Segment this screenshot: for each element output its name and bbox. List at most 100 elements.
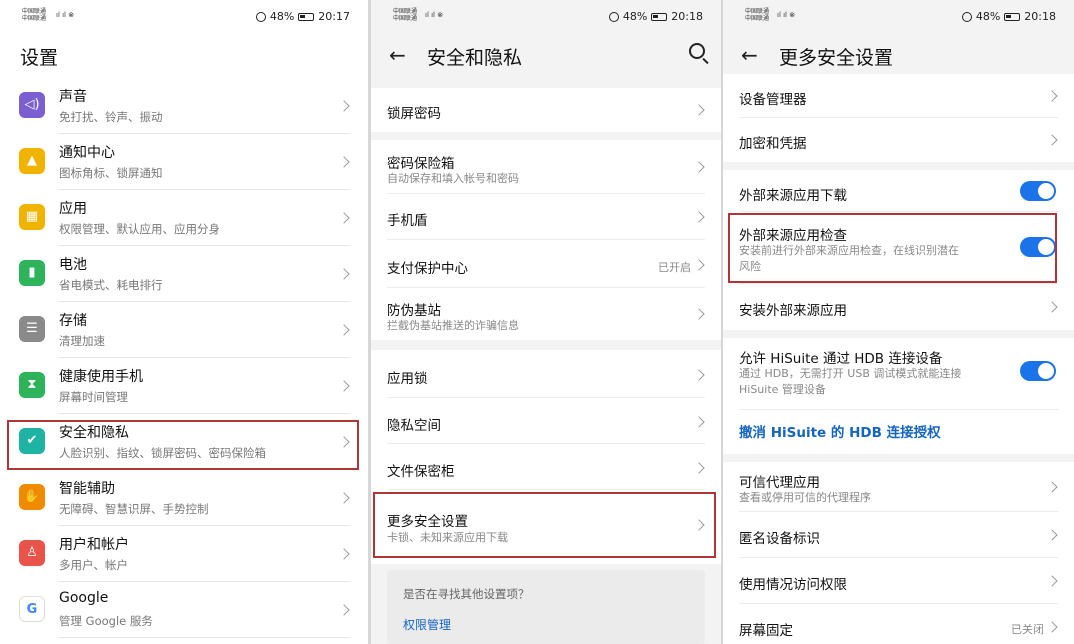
chevron-right-icon [1046, 621, 1058, 633]
row-title: 外部来源应用下载 [739, 188, 847, 204]
settings-item-subtitle: 无障碍、智慧识屏、手势控制 [59, 502, 209, 516]
hisuite-group: 允许 HiSuite 通过 HDB 连接设备 通过 HDB，无需打开 USB 调… [723, 338, 1074, 454]
battery-percent: 48% [975, 10, 1001, 23]
private-space-row[interactable]: 隐私空间 [371, 398, 721, 444]
fake-base-station-row[interactable]: 防伪基站 拦截伪基站推送的诈骗信息 [371, 288, 721, 340]
chevron-right-icon [1046, 134, 1058, 146]
more-security-settings-row[interactable]: 更多安全设置 卡锁、未知来源应用下载 [371, 490, 721, 564]
battery-icon [1004, 12, 1021, 21]
user-icon: ♙ [19, 540, 45, 566]
row-title: 屏幕固定 [739, 623, 793, 639]
status-bar: 中国联通 中国联通 ıl ıl ⊗ 48% 20:18 [371, 0, 721, 34]
row-title: 隐私空间 [387, 418, 441, 434]
chevron-right-icon [693, 259, 705, 271]
external-check-toggle[interactable] [1020, 237, 1056, 257]
trusted-agents-row[interactable]: 可信代理应用 查看或停用可信的代理程序 [723, 462, 1074, 512]
usage-access-row[interactable]: 使用情况访问权限 [723, 558, 1074, 604]
settings-item-subtitle: 省电模式、耗电排行 [59, 278, 163, 292]
alarm-icon [608, 11, 619, 22]
row-title: 匿名设备标识 [739, 531, 820, 547]
google-icon: G [19, 596, 45, 622]
row-title: 安装外部来源应用 [739, 303, 847, 319]
settings-item-subtitle: 管理 Google 服务 [59, 614, 153, 628]
password-vault-row[interactable]: 密码保险箱 自动保存和填入帐号和密码 [371, 140, 721, 194]
settings-item[interactable]: ▲ 通知中心 图标角标、锁屏通知 [0, 134, 368, 190]
battery-icon: ▮ [19, 260, 45, 286]
settings-item-title: 电池 [59, 257, 87, 273]
settings-item[interactable]: ▦ 应用 权限管理、默认应用、应用分身 [0, 190, 368, 246]
back-arrow-icon[interactable]: ← [389, 43, 406, 67]
apps-grid-icon: ▦ [19, 204, 45, 230]
settings-item[interactable]: ▮ 电池省电模式、耗电排行 [0, 246, 368, 302]
file-safe-row[interactable]: 文件保密柜 [371, 444, 721, 490]
app-lock-row[interactable]: 应用锁 [371, 350, 721, 398]
settings-item[interactable]: ☰ 存储 清理加速 [0, 302, 368, 358]
chevron-right-icon [693, 462, 705, 474]
hisuite-hdb-toggle[interactable] [1020, 361, 1056, 381]
search-icon[interactable] [689, 43, 705, 59]
signal-icon: ıl ıl ⊗ [425, 11, 444, 19]
encryption-credentials-row[interactable]: 加密和凭据 [723, 118, 1074, 162]
chevron-right-icon [338, 212, 350, 224]
settings-item-title: Google [59, 590, 109, 606]
security-group-2: 应用锁 隐私空间 文件保密柜 更多安全设置 卡锁、未知来源应用下载 [371, 350, 721, 564]
hourglass-icon: ⧗ [19, 372, 45, 398]
device-manager-row[interactable]: 设备管理器 [723, 74, 1074, 118]
settings-item[interactable]: ◁) 声音 免打扰、铃声、振动 [0, 78, 368, 134]
chevron-right-icon [693, 369, 705, 381]
phone-shield-row[interactable]: 手机盾 [371, 194, 721, 240]
battery-percent: 48% [269, 10, 295, 23]
clock: 20:18 [671, 10, 703, 23]
signal-icon: ıl ıl ⊗ [777, 11, 796, 19]
settings-item[interactable]: ⧗ 健康使用手机 屏幕时间管理 [0, 358, 368, 414]
back-arrow-icon[interactable]: ← [741, 43, 758, 67]
settings-item-subtitle: 权限管理、默认应用、应用分身 [59, 222, 220, 236]
revoke-hdb-auth-link[interactable]: 撤消 HiSuite 的 HDB 连接授权 [739, 421, 941, 441]
external-source-group: 外部来源应用下载 外部来源应用检查 安装前进行外部来源应用检查，在线识别潜在 风… [723, 170, 1074, 330]
page-title: 设置 [20, 47, 59, 69]
security-group-1: 密码保险箱 自动保存和填入帐号和密码 手机盾 支付保护中心 已开启 防伪基站 拦… [371, 140, 721, 340]
chevron-right-icon [693, 416, 705, 428]
chevron-right-icon [1046, 90, 1058, 102]
settings-item-subtitle: 清理加速 [59, 334, 105, 348]
settings-item[interactable]: G Google 管理 Google 服务 [0, 582, 368, 638]
alarm-icon [255, 11, 266, 22]
row-subtitle: 卡锁、未知来源应用下载 [387, 531, 508, 544]
anonymous-device-id-row[interactable]: 匿名设备标识 [723, 512, 1074, 558]
hand-icon: ✋ [19, 484, 45, 510]
row-title: 密码保险箱 [387, 156, 455, 172]
suggestion-question: 是否在寻找其他设置项？ [403, 587, 530, 601]
other-security-group: 可信代理应用 查看或停用可信的代理程序 匿名设备标识 使用情况访问权限 屏幕固定… [723, 462, 1074, 644]
chevron-right-icon [1046, 575, 1058, 587]
status-bar: 中国联通 中国联通 ıl ıl ⊗ 48% 20:18 [723, 0, 1074, 34]
suggestion-card: 是否在寻找其他设置项？ 权限管理 [387, 570, 705, 644]
status-value: 已开启 [658, 261, 691, 274]
screen-pinning-row[interactable]: 屏幕固定 已关闭 [723, 604, 1074, 644]
chevron-right-icon [338, 156, 350, 168]
payment-protection-row[interactable]: 支付保护中心 已开启 [371, 240, 721, 288]
settings-item[interactable]: ✋ 智能辅助 无障碍、智慧识屏、手势控制 [0, 470, 368, 526]
lock-password-row[interactable]: 锁屏密码 [371, 88, 721, 132]
external-download-toggle[interactable] [1020, 181, 1056, 201]
chevron-right-icon [693, 308, 705, 320]
row-title: 加密和凭据 [739, 136, 807, 152]
page-title: 安全和隐私 [427, 47, 523, 69]
battery-percent: 48% [622, 10, 648, 23]
settings-item[interactable]: ✔ 安全和隐私 人脸识别、指纹、锁屏密码、密码保险箱 [0, 414, 368, 470]
chevron-right-icon [693, 211, 705, 223]
row-title: 锁屏密码 [387, 106, 441, 122]
hisuite-hdb-row: 允许 HiSuite 通过 HDB 连接设备 通过 HDB，无需打开 USB 调… [723, 338, 1074, 410]
row-title: 使用情况访问权限 [739, 577, 847, 593]
clock: 20:17 [318, 10, 350, 23]
row-subtitle-line1: 安装前进行外部来源应用检查，在线识别潜在 [739, 244, 959, 257]
settings-item-subtitle: 多用户、帐户 [59, 558, 128, 572]
chevron-right-icon [1046, 301, 1058, 313]
install-external-app-row[interactable]: 安装外部来源应用 [723, 284, 1074, 330]
chevron-right-icon [338, 268, 350, 280]
chevron-right-icon [338, 380, 350, 392]
permission-management-link[interactable]: 权限管理 [403, 616, 451, 633]
settings-item[interactable]: ♙ 用户和帐户 多用户、帐户 [0, 526, 368, 582]
bell-icon: ▲ [19, 148, 45, 174]
status-value: 已关闭 [1011, 623, 1044, 636]
row-title: 可信代理应用 [739, 475, 820, 491]
